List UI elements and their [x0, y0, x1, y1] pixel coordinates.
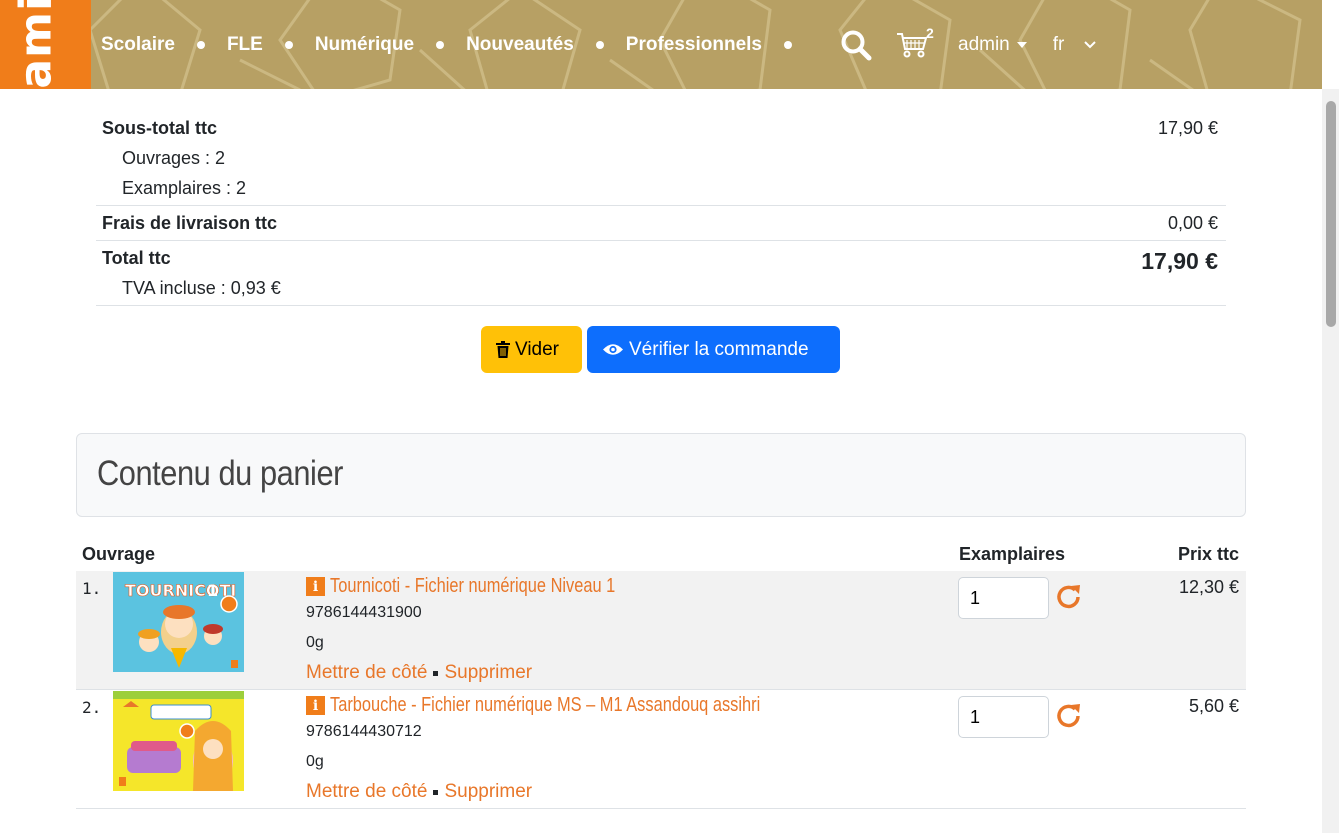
subtotal-value: 17,90 €: [1157, 118, 1218, 138]
product-actions: Mettre de côté Supprimer: [306, 662, 678, 684]
verify-order-label: Vérifier la commande: [629, 338, 809, 360]
order-summary: Sous-total ttc Ouvrages : 2 Examplaires …: [96, 111, 1226, 306]
row-number: 1.: [82, 579, 102, 598]
cart-table-header: Ouvrage Examplaires Prix ttc: [76, 533, 1246, 571]
examplaires-count: Examplaires : 2: [122, 178, 247, 198]
product-isbn: 9786144430712: [306, 723, 422, 740]
nav-separator: [284, 40, 293, 49]
logo-text: samir: [10, 0, 62, 89]
shipping-label: Frais de livraison ttc: [102, 213, 278, 233]
brand-logo[interactable]: samir: [0, 0, 91, 89]
nav-tools: 2 admin fr: [840, 0, 1097, 89]
page-scrollbar[interactable]: [1322, 89, 1339, 833]
column-header-examplaires: Examplaires: [959, 544, 1066, 564]
chevron-down-icon: [1084, 40, 1097, 48]
subtotal-label: Sous-total ttc: [102, 118, 217, 138]
trash-icon: [496, 341, 510, 358]
nav-separator: [784, 40, 792, 49]
top-navbar: samir Scolaire FLE Numérique Nouveautés …: [0, 0, 1322, 89]
cart-table: Ouvrage Examplaires Prix ttc 1. TOURNICO…: [76, 533, 1246, 809]
product-weight: 0g: [306, 753, 324, 770]
product-isbn: 9786144431900: [306, 604, 422, 621]
subtotal-row: Sous-total ttc Ouvrages : 2 Examplaires …: [96, 111, 1226, 206]
column-header-ouvrage: Ouvrage: [82, 544, 156, 564]
remove-link[interactable]: Supprimer: [444, 781, 532, 803]
caret-down-icon: [1016, 41, 1027, 48]
cart-content-header: Contenu du panier: [76, 433, 1246, 517]
nav-link-nouveautes[interactable]: Nouveautés: [466, 34, 574, 56]
total-label: Total ttc: [102, 248, 171, 268]
product-info: i Tarbouche - Fichier numérique MS – M1 …: [306, 690, 855, 803]
item-price: 12,30 €: [1178, 577, 1239, 597]
nav-link-numerique[interactable]: Numérique: [315, 34, 414, 56]
shipping-value: 0,00 €: [1167, 213, 1218, 233]
main-nav: Scolaire FLE Numérique Nouveautés Profes…: [101, 0, 814, 89]
total-row: Total ttc TVA incluse : 0,93 € 17,90 €: [96, 241, 1226, 306]
verify-order-button[interactable]: Vérifier la commande: [587, 326, 840, 373]
info-icon[interactable]: i: [306, 577, 325, 596]
cart-actions: Vider Vérifier la commande: [481, 326, 840, 373]
cart-count-badge: 2: [926, 24, 934, 41]
row-number: 2.: [82, 698, 102, 717]
nav-link-professionnels[interactable]: Professionnels: [626, 34, 762, 56]
eye-icon: [603, 344, 623, 355]
cart-content-title: Contenu du panier: [97, 454, 343, 493]
table-row: 2. i Tarbouche - Fichier numérique MS – …: [76, 690, 1246, 809]
product-cover-tournicoti[interactable]: TOURNICOTI 1: [113, 572, 244, 672]
scrollbar-thumb[interactable]: [1326, 101, 1336, 327]
svg-text:TOURNICOTI: TOURNICOTI: [125, 581, 236, 600]
cart-icon: [897, 32, 928, 57]
tva-included: TVA incluse : 0,93 €: [122, 278, 281, 298]
empty-cart-button[interactable]: Vider: [481, 326, 582, 373]
product-weight: 0g: [306, 634, 324, 651]
nav-link-scolaire[interactable]: Scolaire: [101, 34, 175, 56]
table-row: 1. TOURNICOTI 1 i Tournicoti - Fichier n…: [76, 571, 1246, 690]
nav-separator: [595, 40, 604, 49]
product-title-row: i Tarbouche - Fichier numérique MS – M1 …: [306, 694, 855, 717]
product-title-row: i Tournicoti - Fichier numérique Niveau …: [306, 575, 678, 598]
cart-button[interactable]: 2: [896, 25, 938, 61]
svg-text:1: 1: [207, 581, 218, 600]
refresh-icon[interactable]: [1055, 702, 1083, 730]
total-value: 17,90 €: [1141, 248, 1218, 274]
ouvrages-count: Ouvrages : 2: [122, 148, 226, 168]
product-actions: Mettre de côté Supprimer: [306, 781, 855, 803]
product-title-link[interactable]: Tarbouche - Fichier numérique MS – M1 As…: [330, 694, 760, 717]
product-cover-tarbouche[interactable]: [113, 691, 244, 791]
remove-link[interactable]: Supprimer: [444, 662, 532, 684]
shipping-row: Frais de livraison ttc 0,00 €: [96, 206, 1226, 241]
product-info: i Tournicoti - Fichier numérique Niveau …: [306, 571, 678, 684]
language-value: fr: [1052, 33, 1065, 55]
set-aside-link[interactable]: Mettre de côté: [306, 781, 427, 803]
user-name: admin: [958, 33, 1010, 55]
product-title-link[interactable]: Tournicoti - Fichier numérique Niveau 1: [330, 575, 615, 598]
nav-separator: [196, 40, 205, 49]
search-icon[interactable]: [840, 29, 872, 61]
quantity-input[interactable]: [958, 696, 1049, 738]
language-select[interactable]: fr: [1053, 34, 1097, 56]
set-aside-link[interactable]: Mettre de côté: [306, 662, 427, 684]
user-menu-dropdown[interactable]: admin: [958, 34, 1027, 56]
empty-cart-label: Vider: [515, 338, 560, 360]
action-separator: [433, 789, 439, 795]
nav-link-fle[interactable]: FLE: [227, 34, 263, 56]
nav-separator: [436, 40, 445, 49]
column-header-prix: Prix ttc: [1177, 544, 1239, 564]
refresh-icon[interactable]: [1055, 583, 1083, 611]
info-icon[interactable]: i: [306, 696, 325, 715]
item-price: 5,60 €: [1188, 696, 1239, 716]
action-separator: [433, 670, 439, 676]
quantity-input[interactable]: [958, 577, 1049, 619]
